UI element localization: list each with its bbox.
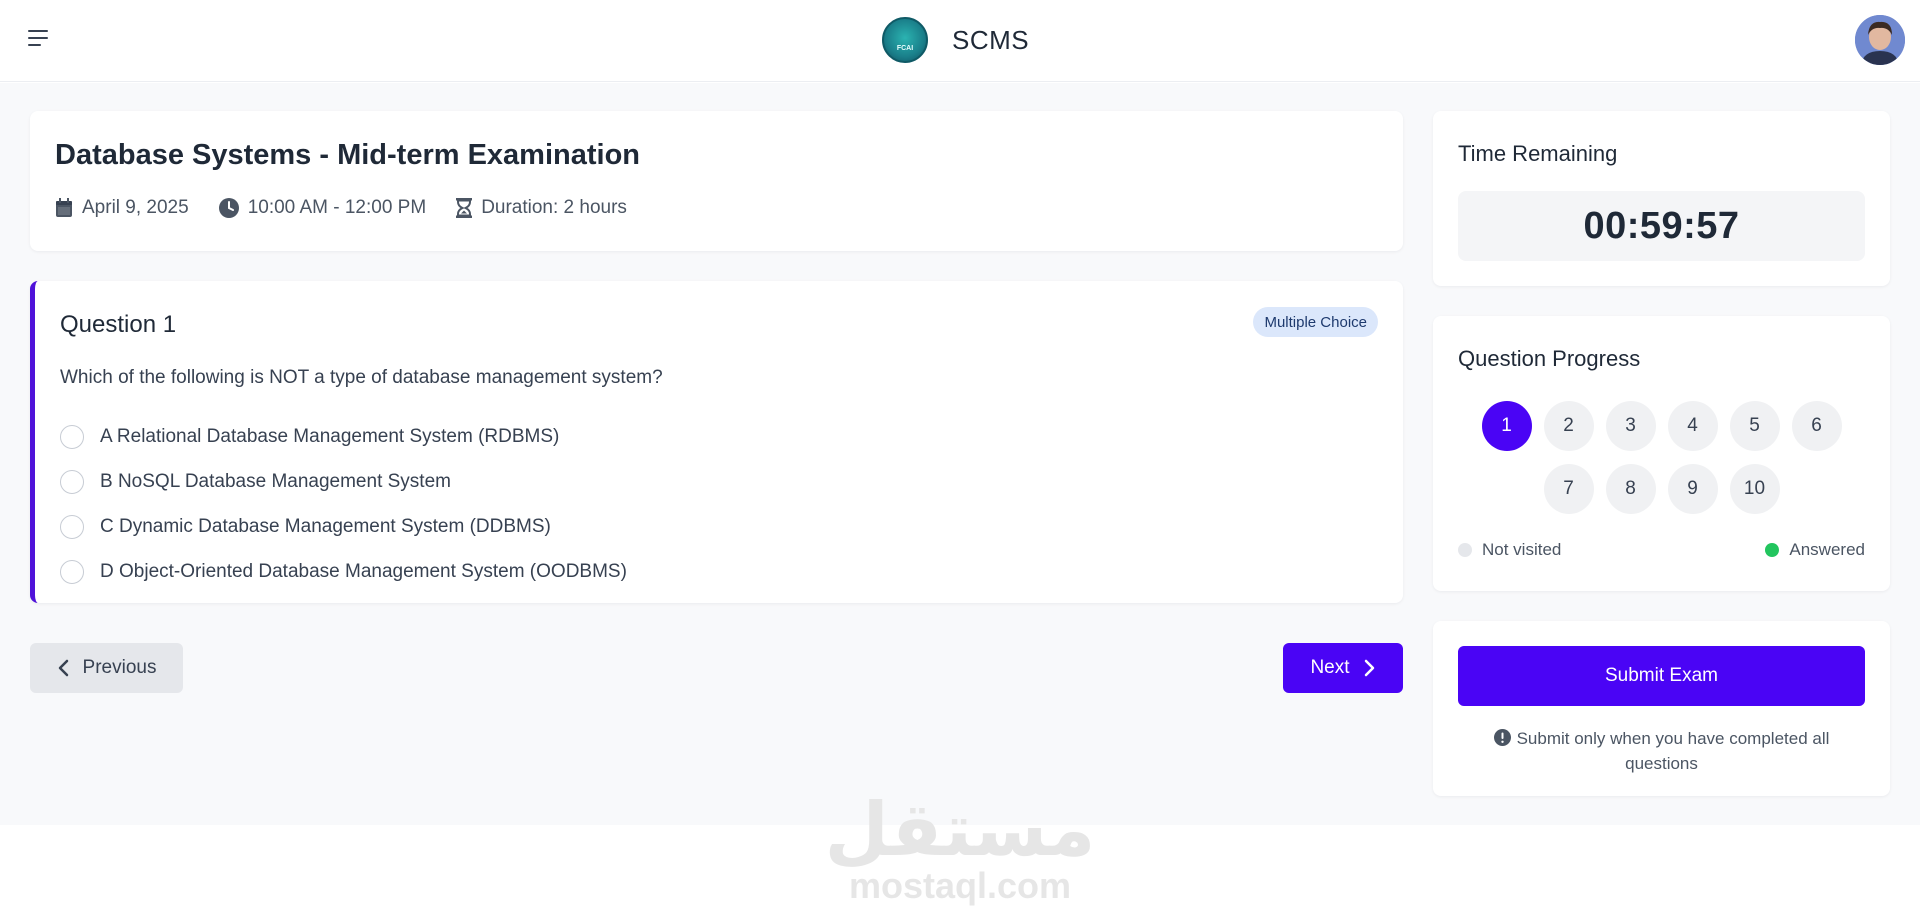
option-label: C Dynamic Database Management System (DD… bbox=[100, 515, 551, 537]
exam-info-card: Database Systems - Mid-term Examination … bbox=[30, 111, 1403, 251]
legend-not-visited-label: Not visited bbox=[1482, 540, 1562, 559]
user-avatar[interactable] bbox=[1855, 15, 1905, 65]
hourglass-icon bbox=[456, 198, 473, 218]
question-nav-7[interactable]: 7 bbox=[1543, 464, 1594, 514]
question-grid: 1 2 3 4 5 6 7 8 9 10 bbox=[1458, 401, 1865, 527]
question-nav-4[interactable]: 4 bbox=[1667, 401, 1718, 451]
radio-button[interactable] bbox=[60, 424, 84, 449]
previous-button[interactable]: Previous bbox=[30, 643, 183, 693]
question-nav-2[interactable]: 2 bbox=[1543, 401, 1594, 451]
option-b[interactable]: B NoSQL Database Management System bbox=[60, 459, 627, 504]
answered-dot bbox=[1765, 543, 1780, 557]
exam-meta: April 9, 2025 10:00 AM - 12:00 PM Durati… bbox=[55, 197, 657, 219]
question-nav-8[interactable]: 8 bbox=[1605, 464, 1656, 514]
clock-icon bbox=[218, 198, 239, 218]
top-header: FCAI SCMS bbox=[0, 0, 1920, 82]
question-nav-9[interactable]: 9 bbox=[1667, 464, 1718, 514]
timer-title: Time Remaining bbox=[1458, 141, 1618, 166]
progress-legend: Not visited Answered bbox=[1458, 540, 1865, 560]
not-visited-dot bbox=[1458, 543, 1472, 557]
question-row: 1 2 3 4 5 6 bbox=[1458, 401, 1865, 451]
radio-button[interactable] bbox=[60, 469, 84, 494]
submit-exam-button[interactable]: Submit Exam bbox=[1458, 646, 1865, 706]
radio-button[interactable] bbox=[60, 559, 84, 584]
option-d[interactable]: D Object-Oriented Database Management Sy… bbox=[60, 549, 627, 594]
radio-button[interactable] bbox=[60, 514, 84, 539]
option-a[interactable]: A Relational Database Management System … bbox=[60, 414, 627, 459]
option-label: B NoSQL Database Management System bbox=[100, 470, 451, 492]
question-nav-6[interactable]: 6 bbox=[1791, 401, 1842, 451]
question-progress-card: Question Progress 1 2 3 4 5 6 7 8 9 10 N… bbox=[1433, 316, 1890, 591]
mostaql-watermark: مستقل mostaql.com bbox=[0, 790, 1920, 906]
question-nav-1[interactable]: 1 bbox=[1481, 401, 1532, 451]
main-content: Database Systems - Mid-term Examination … bbox=[0, 83, 1920, 825]
exam-time: 10:00 AM - 12:00 PM bbox=[218, 197, 427, 219]
watermark-arabic: مستقل bbox=[824, 787, 1096, 873]
logo-text: FCAI bbox=[896, 45, 914, 52]
chevron-left-icon bbox=[58, 659, 68, 677]
exclamation-circle-icon bbox=[1493, 729, 1511, 746]
submit-card: Submit Exam Submit only when you have co… bbox=[1433, 621, 1890, 796]
watermark-latin: mostaql.com bbox=[848, 865, 1072, 906]
progress-title: Question Progress bbox=[1458, 346, 1641, 371]
exam-date: April 9, 2025 bbox=[55, 197, 189, 219]
option-label: D Object-Oriented Database Management Sy… bbox=[100, 560, 627, 582]
brand[interactable]: FCAI SCMS bbox=[882, 15, 1029, 65]
question-type-badge: Multiple Choice bbox=[1253, 307, 1378, 337]
question-row: 7 8 9 10 bbox=[1458, 464, 1865, 514]
fcai-logo: FCAI bbox=[882, 17, 928, 63]
timer-card: Time Remaining 00:59:57 bbox=[1433, 111, 1890, 286]
legend-answered: Answered bbox=[1765, 540, 1865, 560]
legend-not-visited: Not visited bbox=[1458, 540, 1561, 560]
brand-name: SCMS bbox=[952, 24, 1030, 55]
question-card: Question 1 Multiple Choice Which of the … bbox=[30, 281, 1403, 603]
exam-date-text: April 9, 2025 bbox=[82, 197, 189, 218]
question-nav-10[interactable]: 10 bbox=[1729, 464, 1780, 514]
option-label: A Relational Database Management System … bbox=[100, 425, 560, 447]
timer-value: 00:59:57 bbox=[1458, 191, 1865, 261]
question-text: Which of the following is NOT a type of … bbox=[60, 367, 663, 388]
option-c[interactable]: C Dynamic Database Management System (DD… bbox=[60, 504, 627, 549]
submit-note-text: Submit only when you have completed all … bbox=[1516, 729, 1830, 773]
submit-note: Submit only when you have completed all … bbox=[1458, 726, 1865, 776]
exam-duration: Duration: 2 hours bbox=[456, 197, 627, 219]
exam-time-text: 10:00 AM - 12:00 PM bbox=[247, 197, 427, 218]
legend-answered-label: Answered bbox=[1789, 540, 1865, 559]
previous-label: Previous bbox=[82, 657, 157, 678]
next-label: Next bbox=[1310, 657, 1350, 678]
menu-icon[interactable] bbox=[28, 30, 52, 50]
question-nav-5[interactable]: 5 bbox=[1729, 401, 1780, 451]
exam-duration-text: Duration: 2 hours bbox=[481, 197, 627, 218]
question-nav-3[interactable]: 3 bbox=[1605, 401, 1656, 451]
answer-options: A Relational Database Management System … bbox=[60, 414, 627, 594]
next-button[interactable]: Next bbox=[1283, 643, 1403, 693]
calendar-icon bbox=[56, 198, 72, 217]
question-title: Question 1 bbox=[60, 311, 177, 338]
exam-title: Database Systems - Mid-term Examination bbox=[55, 139, 641, 171]
chevron-right-icon bbox=[1364, 659, 1374, 677]
